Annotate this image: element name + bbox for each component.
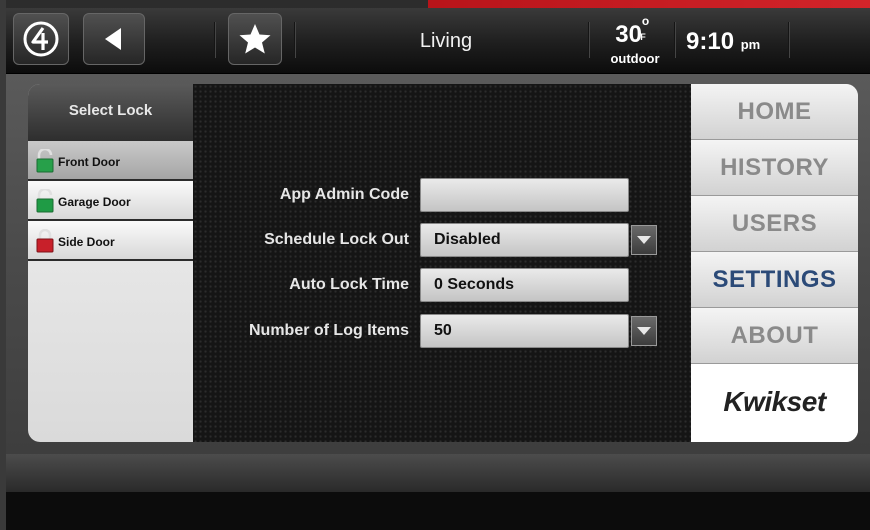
schedule-lock-out-select[interactable]: Disabled (420, 223, 629, 257)
separator (788, 22, 790, 58)
auto-lock-time-input[interactable]: 0 Seconds (420, 268, 629, 302)
settings-form: App Admin Code Schedule Lock Out Disable… (193, 84, 691, 442)
main-nav: HOME HISTORY USERS SETTINGS ABOUT Kwikse… (691, 84, 858, 442)
unlocked-padlock-icon (36, 189, 54, 213)
bottom-bar (6, 454, 870, 492)
log-items-dropdown-button[interactable] (631, 316, 657, 346)
log-items-row: Number of Log Items 50 (193, 314, 691, 348)
nav-home[interactable]: HOME (691, 84, 858, 140)
log-items-label: Number of Log Items (248, 322, 409, 339)
brand-name: Kwikset (723, 386, 826, 417)
lock-list: Select Lock Front Door Garage Door Side … (28, 84, 193, 442)
locked-padlock-icon (36, 229, 54, 253)
nav-about[interactable]: ABOUT (691, 308, 858, 364)
chevron-down-icon (637, 235, 651, 244)
outdoor-temperature: 30oF outdoor (600, 14, 670, 66)
lock-item-side-door[interactable]: Side Door (28, 221, 193, 261)
kwikset-logo: Kwikset (691, 364, 858, 442)
temperature-unit: F (640, 32, 646, 42)
schedule-lock-out-dropdown-button[interactable] (631, 225, 657, 255)
room-name[interactable]: Living (386, 30, 506, 53)
home-logo-button[interactable] (13, 13, 69, 65)
clock-ampm: pm (740, 37, 761, 52)
separator (588, 22, 590, 58)
schedule-lock-out-label: Schedule Lock Out (264, 231, 409, 248)
schedule-lock-out-row: Schedule Lock Out Disabled (193, 223, 691, 257)
temperature-label: outdoor (610, 51, 660, 66)
back-arrow-icon (105, 28, 121, 50)
star-icon (239, 24, 271, 54)
clock-time: 9:10 (686, 28, 735, 55)
chevron-down-icon (637, 326, 651, 335)
separator (674, 22, 676, 58)
app-admin-code-label: App Admin Code (279, 186, 409, 203)
lock-settings-panel: Select Lock Front Door Garage Door Side … (28, 84, 858, 442)
lock-item-garage-door[interactable]: Garage Door (28, 181, 193, 221)
lock-item-label: Side Door (58, 235, 115, 249)
back-button[interactable] (83, 13, 145, 65)
clock: 9:10 pm (686, 28, 760, 56)
auto-lock-time-row: Auto Lock Time 0 Seconds (193, 268, 691, 302)
temperature-value: 30 (615, 21, 642, 48)
auto-lock-time-label: Auto Lock Time (289, 276, 409, 293)
lock-item-label: Front Door (58, 155, 120, 169)
nav-settings[interactable]: SETTINGS (691, 252, 858, 308)
lock-list-header: Select Lock (28, 84, 193, 141)
separator (294, 22, 296, 58)
control4-logo-icon (23, 21, 59, 57)
separator (214, 22, 216, 58)
degree-symbol: o (641, 14, 650, 28)
app-admin-code-row: App Admin Code (193, 178, 691, 212)
lock-item-front-door[interactable]: Front Door (28, 141, 193, 181)
footer (6, 492, 870, 530)
nav-history[interactable]: HISTORY (691, 140, 858, 196)
nav-users[interactable]: USERS (691, 196, 858, 252)
app-admin-code-input[interactable] (420, 178, 629, 212)
lock-item-label: Garage Door (58, 195, 131, 209)
favorites-button[interactable] (228, 13, 282, 65)
unlocked-padlock-icon (36, 149, 54, 173)
log-items-select[interactable]: 50 (420, 314, 629, 348)
top-bar: Living 30oF outdoor 9:10 pm (6, 8, 870, 74)
red-accent-strip (428, 0, 870, 8)
